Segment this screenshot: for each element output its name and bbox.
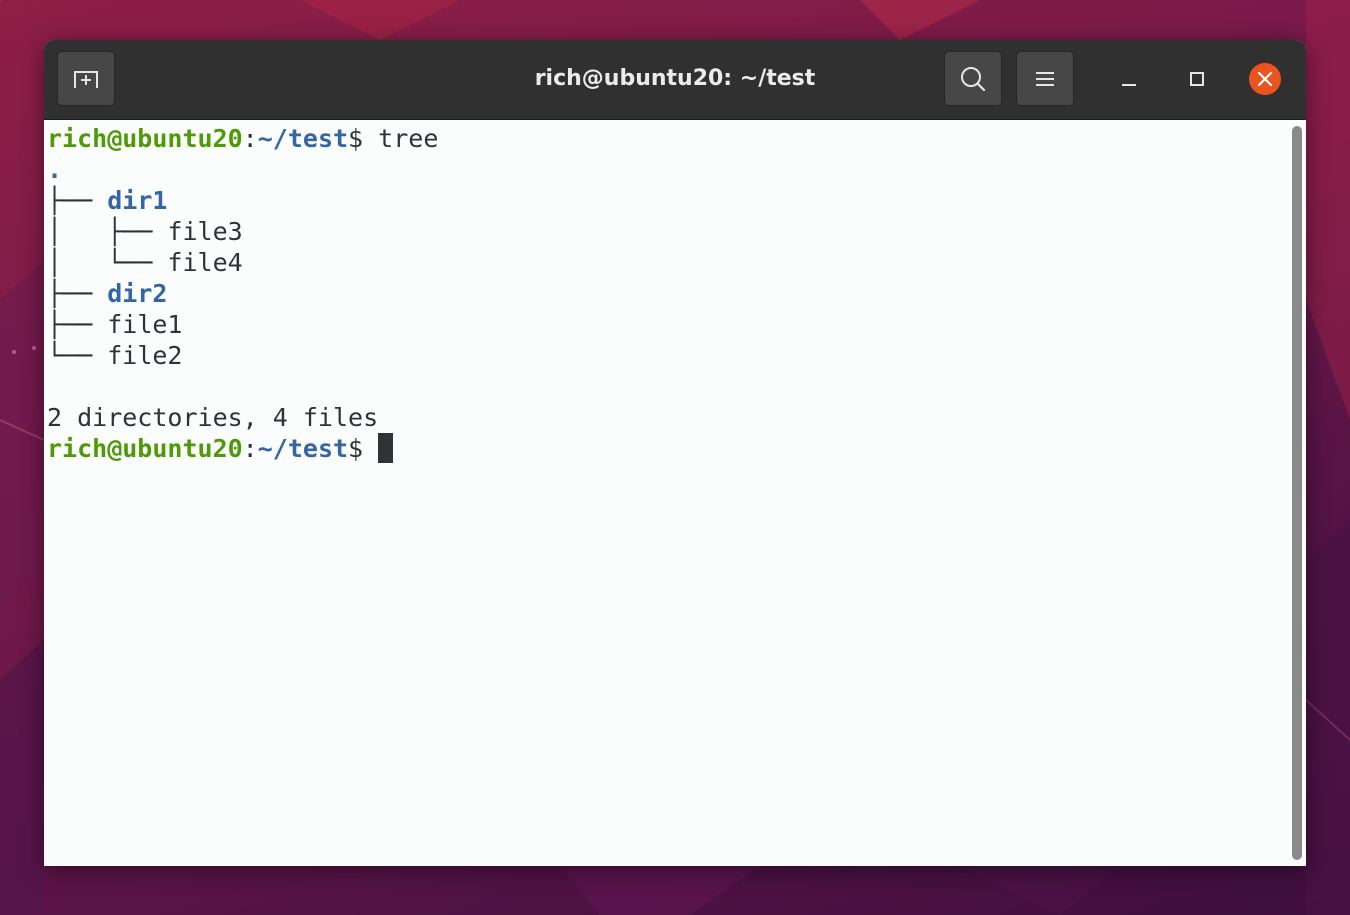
command-text: tree	[363, 124, 439, 153]
prompt-path: ~/test	[257, 434, 349, 463]
tree-dir-name: dir2	[107, 279, 168, 308]
new-tab-icon	[74, 70, 98, 88]
search-button[interactable]	[944, 51, 1002, 106]
tree-file-name: file4	[167, 248, 243, 277]
prompt-dollar: $	[348, 434, 364, 463]
close-icon	[1257, 71, 1273, 87]
tree-branch: ├──	[47, 310, 108, 339]
prompt-user: rich@ubuntu20	[47, 434, 243, 463]
window-title: rich@ubuntu20: ~/test	[534, 66, 816, 91]
prompt-path: ~/test	[257, 124, 349, 153]
scrollbar-thumb[interactable]	[1292, 126, 1302, 860]
prompt-separator: :	[242, 124, 258, 153]
command-line: rich@ubuntu20:~/test$ tree	[47, 123, 438, 154]
search-icon	[961, 66, 986, 91]
terminal-window: rich@ubuntu20: ~/test rich@ubuntu20:~/te…	[44, 40, 1306, 866]
tree-file-name: file1	[107, 310, 183, 339]
tree-summary: 2 directories, 4 files	[47, 403, 379, 432]
scrollbar[interactable]	[1288, 120, 1306, 866]
tree-branch: └──	[47, 341, 108, 370]
tree-root: .	[47, 155, 63, 184]
tree-file-name: file2	[107, 341, 183, 370]
tree-entry: │ ├── file3	[47, 216, 243, 247]
tree-branch: │ └──	[47, 248, 168, 277]
tree-entry: ├── dir2	[47, 278, 167, 309]
prompt-dollar: $	[348, 124, 364, 153]
hamburger-menu-icon	[1036, 71, 1054, 86]
tree-entry: │ └── file4	[47, 247, 243, 278]
maximize-icon	[1190, 72, 1204, 86]
minimize-icon	[1122, 84, 1136, 86]
tree-entry: └── file2	[47, 340, 182, 371]
tree-file-name: file3	[167, 217, 243, 246]
tree-branch: │ ├──	[47, 217, 168, 246]
prompt-user: rich@ubuntu20	[47, 124, 243, 153]
terminal-output[interactable]: rich@ubuntu20:~/test$ tree . ├── dir1 │ …	[44, 120, 1288, 866]
text-cursor	[378, 433, 394, 463]
menu-button[interactable]	[1016, 51, 1074, 106]
prompt-separator: :	[242, 434, 258, 463]
tree-branch: ├──	[47, 279, 108, 308]
maximize-button[interactable]	[1181, 63, 1213, 95]
tree-entry: ├── file1	[47, 309, 182, 340]
tree-dir-name: dir1	[107, 186, 168, 215]
active-prompt-line: rich@ubuntu20:~/test$	[47, 433, 394, 464]
tree-entry: ├── dir1	[47, 185, 167, 216]
tree-branch: ├──	[47, 186, 108, 215]
minimize-button[interactable]	[1113, 63, 1145, 95]
close-button[interactable]	[1249, 63, 1281, 95]
new-tab-button[interactable]	[57, 51, 115, 106]
headerbar: rich@ubuntu20: ~/test	[44, 40, 1306, 120]
